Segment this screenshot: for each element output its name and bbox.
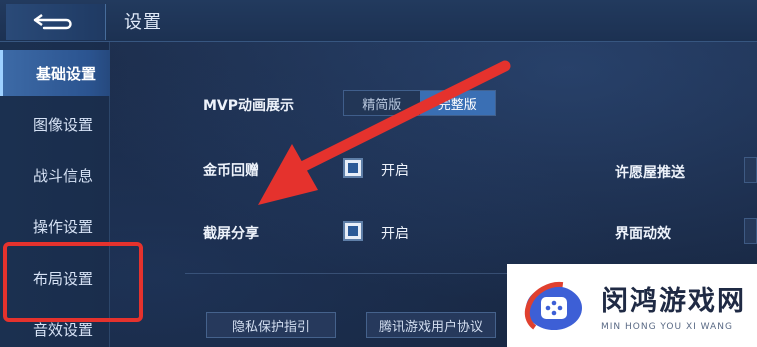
watermark-subtitle: MIN HONG YOU XI WANG [601, 322, 733, 332]
watermark-title: 闵鸿游戏网 [601, 286, 746, 317]
gamepad-logo-icon [524, 281, 584, 334]
watermark: 闵鸿游戏网 MIN HONG YOU XI WANG [507, 264, 757, 347]
